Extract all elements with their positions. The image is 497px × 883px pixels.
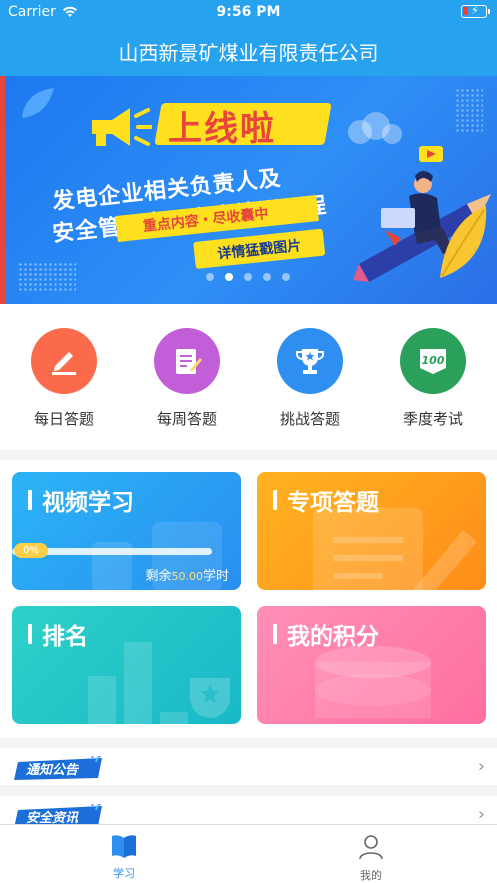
quick-actions: 每日答题 每周答题 挑战答题 100 季度考试	[0, 304, 497, 450]
title-bar	[28, 490, 32, 510]
yellow-leaf-decoration-icon	[440, 206, 487, 278]
bar-chart-trophy-decoration-icon	[88, 642, 230, 724]
svg-text:100: 100	[422, 354, 445, 367]
title-bar	[273, 490, 277, 510]
my-points-card[interactable]: 我的积分	[257, 606, 486, 724]
megaphone-icon	[92, 108, 152, 146]
tab-mine[interactable]: 我的	[341, 833, 401, 883]
safety-news-label: 安全资讯	[26, 811, 79, 824]
status-bar: Carrier 9:56 PM ⚡	[0, 0, 497, 26]
tab-study[interactable]: 学习	[94, 833, 154, 881]
special-quiz-card[interactable]: 专项答题	[257, 472, 486, 590]
ranking-title-text: 排名	[42, 624, 88, 650]
pencil-icon	[31, 328, 97, 394]
leaf-decoration-icon	[22, 88, 54, 118]
notepad-icon	[154, 328, 220, 394]
dot-pattern-decoration	[18, 262, 76, 292]
feature-cards: 视频学习 0% 剩余50.00学时 专项答题 排名 我的积分	[0, 460, 497, 738]
book-icon	[112, 835, 136, 858]
challenge-quiz-label: 挑战答题	[279, 410, 340, 428]
my-points-title: 我的积分	[273, 617, 379, 651]
video-progress-label: 0%	[14, 543, 48, 558]
trophy-icon	[277, 328, 343, 394]
special-quiz-title-text: 专项答题	[287, 490, 379, 516]
remain-prefix: 剩余	[145, 569, 172, 584]
tab-study-label: 学习	[113, 867, 135, 880]
page-dot[interactable]	[244, 273, 252, 281]
special-quiz-title: 专项答题	[273, 483, 379, 517]
daily-quiz-label: 每日答题	[33, 410, 94, 428]
tab-mine-label: 我的	[360, 869, 382, 882]
cloud-decoration-icon	[348, 112, 402, 144]
promo-banner[interactable]: 上线啦 发电企业相关负责人及 安全管理人员安全培训课程 重点内容・尽收囊中 详情…	[0, 76, 497, 304]
remaining-hours: 剩余50.00学时	[145, 565, 229, 584]
person-icon	[359, 835, 383, 860]
video-learning-card[interactable]: 视频学习 0% 剩余50.00学时	[12, 472, 241, 590]
challenge-quiz-button[interactable]: 挑战答题	[260, 328, 360, 429]
quarterly-exam-button[interactable]: 100 季度考试	[383, 328, 483, 429]
ranking-title: 排名	[28, 617, 88, 651]
weekly-quiz-button[interactable]: 每周答题	[137, 328, 237, 429]
dot-pattern-decoration	[455, 88, 483, 134]
chevron-right-icon: ›	[477, 756, 485, 777]
banner-detail-button[interactable]: 详情猛戳图片	[193, 228, 326, 269]
banner-headline: 上线啦	[168, 109, 276, 149]
notices-label: 通知公告	[26, 763, 79, 778]
quarterly-exam-label: 季度考试	[402, 410, 463, 428]
banner-page-indicator	[206, 273, 290, 281]
page-dot[interactable]	[263, 273, 271, 281]
title-bar	[28, 624, 32, 644]
banner-accent-strip	[0, 76, 5, 304]
title-bar	[273, 624, 277, 644]
video-learning-title-text: 视频学习	[42, 490, 134, 516]
my-points-title-text: 我的积分	[287, 624, 379, 650]
ranking-card[interactable]: 排名	[12, 606, 241, 724]
chevron-right-icon: ›	[477, 804, 485, 824]
page-title: 山西新景矿煤业有限责任公司	[118, 40, 379, 65]
remain-suffix: 学时	[202, 569, 229, 584]
daily-quiz-button[interactable]: 每日答题	[14, 328, 114, 429]
safety-news-row[interactable]: 安全资讯 ›	[0, 796, 497, 824]
page-dot[interactable]	[282, 273, 290, 281]
remain-value: 50.00	[171, 570, 203, 583]
notices-row[interactable]: 通知公告 ›	[0, 748, 497, 785]
page-header: 山西新景矿煤业有限责任公司	[0, 26, 497, 76]
page-dot[interactable]	[206, 273, 214, 281]
battery-icon: ⚡	[461, 4, 490, 18]
page-dot-active[interactable]	[225, 273, 233, 281]
tab-bar: 学习 我的	[0, 824, 497, 883]
clock: 9:56 PM	[216, 4, 281, 20]
video-learning-title: 视频学习	[28, 483, 134, 517]
coin-stack-decoration-icon	[315, 646, 431, 718]
weekly-quiz-label: 每周答题	[156, 410, 217, 428]
score-100-icon: 100	[400, 328, 466, 394]
